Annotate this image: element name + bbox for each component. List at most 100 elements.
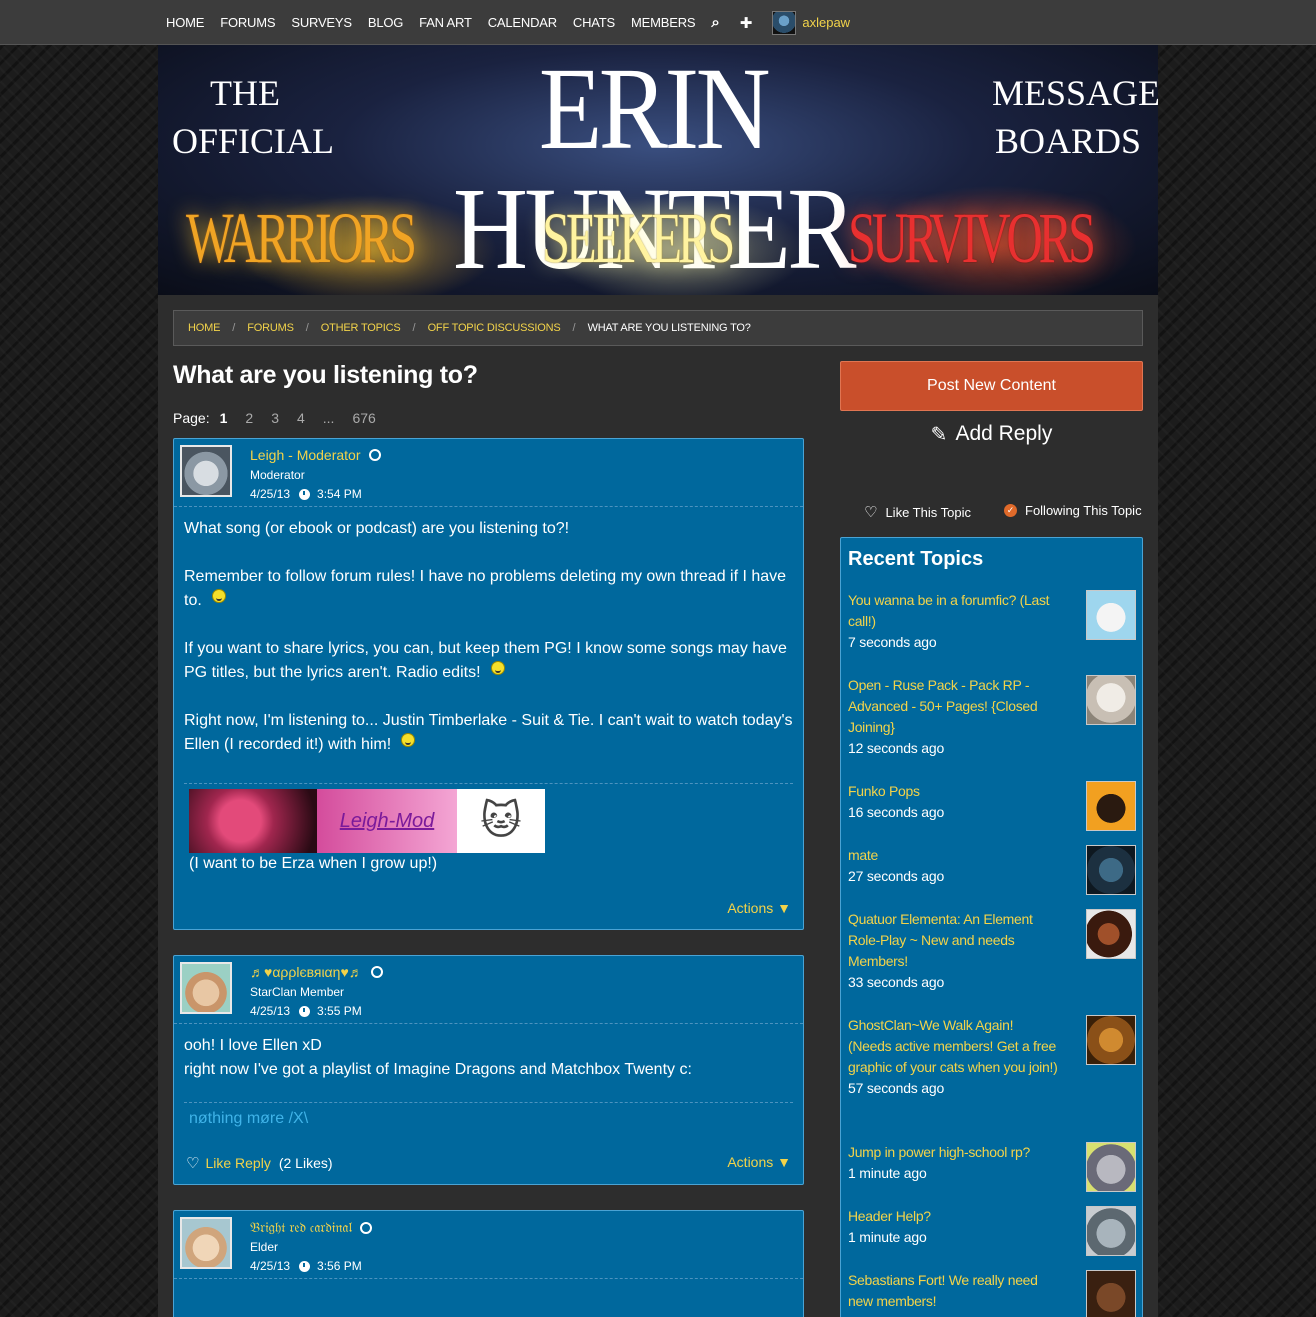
post-time: 3:56 PM [317, 1259, 362, 1273]
author-name[interactable]: 𝔅𝔯𝔦𝔤𝔥𝔱 𝔯𝔢𝔡 𝔠𝔞𝔯𝔡𝔦𝔫𝔞𝔩 [250, 1219, 352, 1236]
recent-topic-item: Open - Ruse Pack - Pack RP - Advanced - … [848, 675, 1058, 759]
like-reply-button[interactable]: ♡ Like Reply (2 Likes) [186, 1154, 333, 1172]
recent-topic-link[interactable]: Header Help? [848, 1206, 1058, 1227]
avatar[interactable] [180, 445, 232, 497]
nav-blog[interactable]: BLOG [368, 15, 404, 30]
breadcrumb-current: WHAT ARE YOU LISTENING TO? [587, 322, 751, 334]
author-role: Elder [250, 1240, 279, 1254]
recent-topic-time: 7 seconds ago [848, 634, 937, 650]
recent-topic-item: Funko Pops 16 seconds ago [848, 781, 1058, 823]
recent-topic-item: mate 27 seconds ago [848, 845, 1058, 887]
actions-button[interactable]: Actions ▼ [727, 1154, 791, 1170]
nav-home[interactable]: HOME [166, 15, 204, 30]
like-count: (2 Likes) [278, 1155, 333, 1171]
post-author[interactable]: 𝔅𝔯𝔦𝔤𝔥𝔱 𝔯𝔢𝔡 𝔠𝔞𝔯𝔡𝔦𝔫𝔞𝔩 [250, 1219, 373, 1236]
banner-the: THE [210, 73, 280, 113]
user-menu[interactable]: axlepaw [772, 10, 850, 35]
page-title: What are you listening to? [173, 361, 478, 389]
breadcrumb-other-topics[interactable]: OTHER TOPICS [321, 322, 401, 334]
pagination: Page: 1 2 3 4 ... 676 [173, 410, 394, 426]
post-date-value: 4/25/13 [250, 487, 291, 501]
recent-topic-avatar[interactable] [1086, 1206, 1136, 1256]
author-role: Moderator [250, 468, 305, 482]
avatar[interactable] [180, 962, 232, 1014]
like-topic-label[interactable]: Like This Topic [885, 505, 971, 520]
signature-text: nøthing møre /X\ [189, 1110, 309, 1127]
breadcrumb-forums[interactable]: FORUMS [247, 322, 294, 334]
recent-topic-time: 57 seconds ago [848, 1080, 945, 1096]
actions-button[interactable]: Actions ▼ [727, 900, 791, 916]
post-author[interactable]: Leigh - Moderator [250, 447, 381, 463]
author-name[interactable]: Leigh - Moderator [250, 447, 361, 463]
recent-topic-avatar[interactable] [1086, 845, 1136, 895]
page-ellipsis: ... [322, 410, 335, 426]
recent-topic-link[interactable]: Jump in power high-school rp? [848, 1142, 1058, 1163]
recent-topic-item: Quatuor Elementa: An Element Role-Play ~… [848, 909, 1058, 993]
recent-topic-avatar[interactable] [1086, 909, 1136, 959]
recent-topic-avatar[interactable] [1086, 1142, 1136, 1192]
recent-topic-time: 1 minute ago [848, 1229, 927, 1245]
page-last[interactable]: 676 [352, 410, 375, 426]
recent-topic-link[interactable]: GhostClan~We Walk Again! (Needs active m… [848, 1015, 1058, 1078]
post-author[interactable]: ♬♥αρρlєвяιαη♥♬ [250, 964, 383, 980]
post-header: 𝔅𝔯𝔦𝔤𝔥𝔱 𝔯𝔢𝔡 𝔠𝔞𝔯𝔡𝔦𝔫𝔞𝔩 Elder 4/25/13 3:56 PM [174, 1211, 803, 1279]
top-nav: HOME FORUMS SURVEYS BLOG FAN ART CALENDA… [0, 0, 1316, 45]
banner-survivors: SURVIVORS [848, 198, 1096, 278]
follow-topic-button[interactable]: ✓ Following This Topic [1004, 503, 1142, 518]
recent-topic-link[interactable]: You wanna be in a forumfic? (Last call!) [848, 590, 1058, 632]
recent-topic-avatar[interactable] [1086, 590, 1136, 640]
page-label: Page: [173, 410, 210, 426]
breadcrumb-off-topic[interactable]: OFF TOPIC DISCUSSIONS [428, 322, 561, 334]
post-new-content-button[interactable]: Post New Content [840, 361, 1143, 411]
recent-topic-avatar[interactable] [1086, 675, 1136, 725]
smiley-icon [401, 733, 416, 747]
recent-topic-avatar[interactable] [1086, 1015, 1136, 1065]
recent-topic-link[interactable]: mate [848, 845, 1058, 866]
recent-topic-item: GhostClan~We Walk Again! (Needs active m… [848, 1015, 1058, 1099]
nav-calendar[interactable]: CALENDAR [488, 15, 557, 30]
breadcrumb-separator: / [572, 322, 576, 334]
edit-icon: ✎ [930, 423, 948, 446]
post-time: 3:54 PM [317, 487, 362, 501]
nav-members[interactable]: MEMBERS [631, 15, 696, 30]
recent-topic-item: Header Help? 1 minute ago [848, 1206, 1058, 1248]
sig-cat-image [189, 789, 317, 853]
post-text: right now I've got a playlist of Imagine… [184, 1061, 692, 1078]
post-date-value: 4/25/13 [250, 1004, 291, 1018]
recent-topic-link[interactable]: Funko Pops [848, 781, 1058, 802]
add-reply-button[interactable]: ✎ Add Reply [840, 419, 1143, 449]
recent-topic-link[interactable]: Sebastians Fort! We really need new memb… [848, 1270, 1058, 1312]
author-name[interactable]: ♬♥αρρlєвяιαη♥♬ [250, 964, 363, 980]
like-label[interactable]: Like Reply [205, 1155, 270, 1171]
breadcrumb-separator: / [232, 322, 236, 334]
post-paragraph: What song (or ebook or podcast) are you … [184, 520, 570, 537]
site-banner[interactable]: THE OFFICIAL ERIN HUNTER MESSAGE BOARDS … [158, 45, 1158, 295]
recent-topic-link[interactable]: Quatuor Elementa: An Element Role-Play ~… [848, 909, 1058, 972]
like-topic-button[interactable]: ♡ Like This Topic [864, 503, 971, 521]
breadcrumb-home[interactable]: HOME [188, 322, 220, 334]
plus-icon[interactable]: ✚ [740, 14, 753, 32]
page-2[interactable]: 2 [245, 410, 253, 426]
breadcrumb-separator: / [412, 322, 416, 334]
page-4[interactable]: 4 [297, 410, 305, 426]
search-icon[interactable]: ⌕ [711, 14, 719, 31]
recent-topic-time: 1 minute ago [848, 1165, 927, 1181]
follow-topic-label[interactable]: Following This Topic [1025, 503, 1142, 518]
add-reply-label[interactable]: Add Reply [955, 422, 1052, 446]
nav-surveys[interactable]: SURVEYS [291, 15, 352, 30]
nav-fan-art[interactable]: FAN ART [419, 15, 472, 30]
avatar[interactable] [180, 1217, 232, 1269]
recent-topic-link[interactable]: Open - Ruse Pack - Pack RP - Advanced - … [848, 675, 1058, 738]
recent-topic-avatar[interactable] [1086, 1270, 1136, 1317]
signature-divider [184, 783, 793, 784]
sig-cartoon-cat-image: 🐱 [457, 789, 545, 853]
post-header: ♬♥αρρlєвяιαη♥♬ StarClan Member 4/25/13 3:… [174, 956, 803, 1024]
nav-forums[interactable]: FORUMS [220, 15, 275, 30]
clock-icon [299, 1005, 311, 1017]
banner-message-boards: MESSAGE BOARDS [992, 69, 1158, 165]
recent-topic-avatar[interactable] [1086, 781, 1136, 831]
banner-message: MESSAGE [992, 73, 1158, 113]
page-3[interactable]: 3 [271, 410, 279, 426]
banner-official: OFFICIAL [172, 121, 335, 161]
nav-chats[interactable]: CHATS [573, 15, 615, 30]
